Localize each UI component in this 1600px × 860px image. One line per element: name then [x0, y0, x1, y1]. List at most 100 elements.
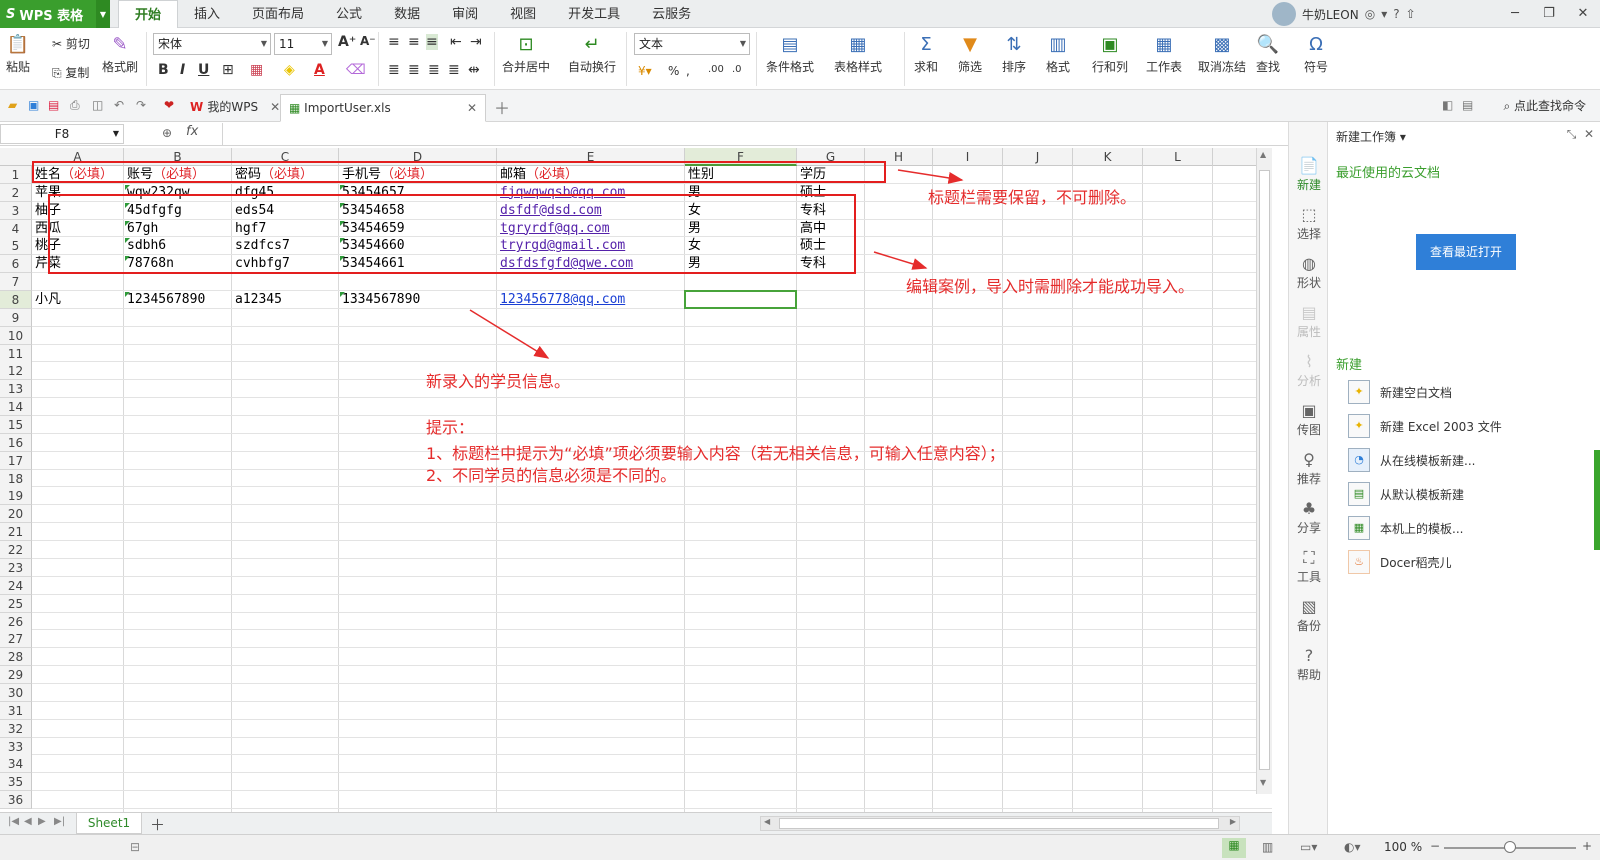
sheet-tab-sheet1[interactable]: Sheet1	[76, 813, 142, 834]
format-painter-button[interactable]: ✎ 格式刷	[102, 32, 138, 75]
freeze-panes-button[interactable]: ▩ 取消冻结	[1198, 32, 1246, 75]
first-sheet-icon[interactable]: |◀	[8, 816, 19, 827]
last-sheet-icon[interactable]: ▶|	[54, 816, 65, 827]
minimize-icon[interactable]: ─	[1498, 0, 1532, 28]
worksheet-button[interactable]: ▦ 工作表	[1146, 32, 1182, 75]
increase-decimal-icon[interactable]: .00	[708, 64, 724, 75]
docer-templates[interactable]: ♨ Docer稻壳儿	[1348, 549, 1452, 575]
open-folder-icon[interactable]: ▰	[8, 98, 17, 112]
close-icon[interactable]: ✕	[467, 95, 477, 121]
name-box[interactable]: F8 ▼	[0, 124, 124, 144]
scroll-left-icon[interactable]: ◀	[764, 817, 770, 826]
copy-button[interactable]: ⎘ 复制	[52, 64, 89, 81]
zoom-in-icon[interactable]: +	[1582, 839, 1592, 853]
formula-input[interactable]	[222, 123, 1288, 145]
find-command-search[interactable]: ⌕ 点此查找命令	[1503, 97, 1586, 114]
align-middle-icon[interactable]: ≡	[408, 34, 420, 50]
sidebar-toggle-icon[interactable]: ▤	[1462, 98, 1473, 112]
find-button[interactable]: 🔍 查找	[1256, 32, 1280, 75]
shirt-icon[interactable]: ▾	[1381, 7, 1387, 21]
symbol-button[interactable]: Ω 符号	[1304, 32, 1328, 75]
grow-font-icon[interactable]: A⁺	[338, 34, 356, 50]
percent-icon[interactable]: %	[668, 64, 679, 78]
align-top-icon[interactable]: ≡	[388, 34, 400, 50]
eye-protect-icon[interactable]: ◐▾	[1344, 840, 1361, 854]
wrap-text-button[interactable]: ↵ 自动换行	[568, 32, 616, 75]
page-break-view-icon[interactable]: ▥	[1262, 840, 1273, 854]
user-name[interactable]: 牛奶LEON	[1302, 6, 1359, 23]
zoom-level[interactable]: 100 %	[1384, 840, 1422, 854]
macro-icon[interactable]: ⊟	[130, 840, 140, 854]
sidebar-item-7[interactable]: ♣ 分享	[1289, 499, 1329, 536]
sidebar-item-8[interactable]: ⛶ 工具	[1289, 548, 1329, 585]
help-icon[interactable]: ?	[1393, 7, 1399, 21]
tab-insert[interactable]: 插入	[178, 0, 236, 28]
scroll-right-icon[interactable]: ▶	[1230, 817, 1236, 826]
local-templates[interactable]: ▦ 本机上的模板...	[1348, 515, 1463, 541]
sidebar-item-2[interactable]: ◍ 形状	[1289, 254, 1329, 291]
chevron-down-icon[interactable]: ▼	[96, 0, 110, 28]
collapse-icon[interactable]: ◧	[1442, 98, 1453, 112]
sidebar-item-9[interactable]: ▧ 备份	[1289, 597, 1329, 634]
shrink-font-icon[interactable]: A⁻	[360, 34, 376, 48]
zoom-search-icon[interactable]: ⊕	[162, 126, 172, 140]
tab-review[interactable]: 审阅	[436, 0, 494, 28]
print-preview-icon[interactable]: ◫	[92, 98, 103, 112]
tab-developer[interactable]: 开发工具	[552, 0, 636, 28]
fx-icon[interactable]: fx	[186, 124, 198, 139]
new-excel-2003-file[interactable]: ✦ 新建 Excel 2003 文件	[1348, 413, 1502, 439]
table-style-button[interactable]: ▦ 表格样式	[834, 32, 882, 75]
hscroll-thumb[interactable]	[779, 818, 1219, 829]
print-icon[interactable]: ⎙	[70, 98, 80, 113]
row-column-button[interactable]: ▣ 行和列	[1092, 32, 1128, 75]
tab-importuser-xls[interactable]: ▦ ImportUser.xls ✕	[280, 94, 486, 122]
normal-view-icon[interactable]: ▦	[1222, 838, 1246, 858]
bold-icon[interactable]: B	[158, 62, 169, 78]
align-right-icon[interactable]: ≣	[428, 62, 440, 78]
distributed-icon[interactable]: ⇹	[468, 62, 480, 78]
sidebar-item-1[interactable]: ⬚ 选择	[1289, 205, 1329, 242]
export-pdf-icon[interactable]: ▤	[48, 98, 59, 112]
cut-button[interactable]: ✂ 剪切	[52, 35, 90, 52]
font-name-select[interactable]: 宋体 ▼	[153, 33, 271, 55]
tab-data[interactable]: 数据	[378, 0, 436, 28]
indent-decrease-icon[interactable]: ⇤	[450, 34, 462, 50]
sidebar-item-10[interactable]: ? 帮助	[1289, 646, 1329, 683]
sidebar-item-4[interactable]: ⌇ 分析	[1289, 352, 1329, 389]
format-button[interactable]: ▥ 格式	[1046, 32, 1070, 75]
redo-icon[interactable]: ↷	[136, 98, 146, 112]
tab-home[interactable]: 开始	[118, 0, 179, 29]
restore-ribbon-icon[interactable]: ⇧	[1406, 7, 1416, 21]
currency-icon[interactable]: ¥▾	[638, 64, 652, 78]
zoom-out-icon[interactable]: −	[1430, 839, 1440, 853]
conditional-format-button[interactable]: ▤ 条件格式	[766, 32, 814, 75]
pin-icon[interactable]: ❤	[164, 98, 174, 112]
new-blank-document[interactable]: ✦ 新建空白文档	[1348, 379, 1452, 405]
horizontal-scrollbar[interactable]: ◀ ▶	[760, 816, 1240, 831]
close-icon[interactable]: ✕	[1584, 127, 1594, 141]
font-size-select[interactable]: 11 ▼	[274, 33, 332, 55]
close-icon[interactable]: ✕	[270, 100, 280, 114]
sidebar-item-3[interactable]: ▤ 属性	[1289, 303, 1329, 340]
border-icon[interactable]: ⊞	[222, 62, 234, 78]
align-center-icon[interactable]: ≣	[408, 62, 420, 78]
new-from-default-template[interactable]: ▤ 从默认模板新建	[1348, 481, 1464, 507]
open-recent-button[interactable]: 查看最近打开	[1416, 234, 1516, 270]
cell-fill-icon[interactable]: ▦	[250, 62, 263, 78]
align-left-icon[interactable]: ≣	[388, 62, 400, 78]
sidebar-item-6[interactable]: ♀ 推荐	[1289, 450, 1329, 487]
reading-mode-icon[interactable]: ▭▾	[1300, 840, 1317, 854]
italic-icon[interactable]: I	[180, 62, 185, 78]
side-panel-handle[interactable]	[1594, 450, 1600, 550]
align-bottom-icon[interactable]: ≡	[426, 34, 438, 50]
scroll-down-icon[interactable]: ▼	[1260, 778, 1266, 787]
vertical-scrollbar[interactable]: ▲ ▼	[1256, 148, 1272, 794]
sum-button[interactable]: Σ 求和	[914, 32, 938, 75]
sidebar-item-0[interactable]: 📄 新建	[1289, 156, 1329, 193]
add-sheet-icon[interactable]: ＋	[150, 814, 165, 835]
save-icon[interactable]: ▣	[28, 98, 39, 112]
justify-icon[interactable]: ≣	[448, 62, 460, 78]
sidebar-item-5[interactable]: ▣ 传图	[1289, 401, 1329, 438]
avatar[interactable]	[1272, 2, 1296, 26]
prev-sheet-icon[interactable]: ◀	[24, 816, 32, 827]
